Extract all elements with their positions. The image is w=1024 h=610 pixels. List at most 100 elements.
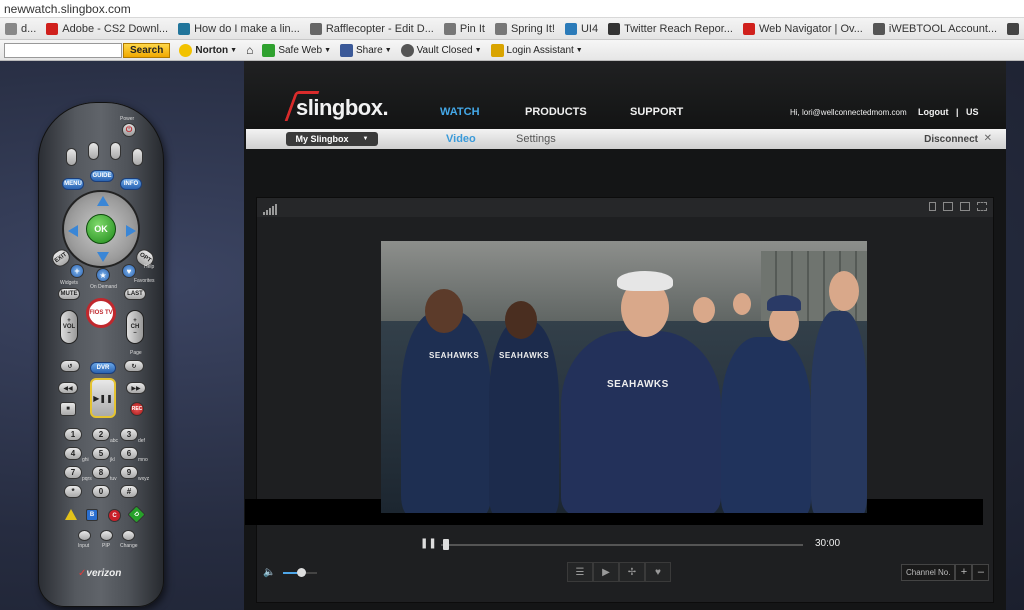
bookmark-item[interactable]: d...: [0, 22, 41, 35]
bookmark-item[interactable]: Free Online PR Tool...: [1002, 22, 1024, 35]
bookmark-item[interactable]: Pin It: [439, 22, 490, 35]
home-button[interactable]: ⌂: [246, 43, 253, 57]
safe-web-menu[interactable]: Safe Web ▼: [262, 43, 331, 57]
skip-button[interactable]: ↻: [124, 360, 144, 372]
device-selector[interactable]: My Slingbox ▼: [286, 132, 378, 146]
key-button[interactable]: 4: [64, 447, 82, 460]
menu-list-button[interactable]: ☰: [567, 562, 593, 582]
top-button-1[interactable]: [66, 148, 77, 166]
info-button[interactable]: INFO: [120, 178, 142, 190]
key-button[interactable]: 3: [120, 428, 138, 441]
arrow-right-button[interactable]: [126, 225, 136, 237]
bookmark-item[interactable]: Rafflecopter - Edit D...: [305, 22, 439, 35]
share-menu[interactable]: Share ▼: [340, 43, 392, 57]
record-button[interactable]: REC: [130, 402, 144, 416]
fast-forward-button[interactable]: ▶▶: [126, 382, 146, 394]
play-button[interactable]: ▶: [593, 562, 619, 582]
key-button[interactable]: 6: [120, 447, 138, 460]
rewind-button[interactable]: ◀◀: [58, 382, 78, 394]
key-button[interactable]: 9: [120, 466, 138, 479]
dvr-button[interactable]: DVR: [90, 362, 116, 374]
key-button[interactable]: 2: [92, 428, 110, 441]
input-button[interactable]: [78, 530, 91, 541]
slingbox-logo[interactable]: slingbox.: [284, 91, 389, 121]
ok-button[interactable]: OK: [86, 214, 116, 244]
disconnect-button[interactable]: Disconnect: [924, 134, 978, 145]
green-d-button[interactable]: D: [127, 505, 146, 524]
arrow-up-button[interactable]: [97, 196, 109, 206]
blue-b-button[interactable]: B: [86, 509, 98, 521]
seek-track[interactable]: [441, 544, 803, 546]
sub-navigation: My Slingbox ▼ Video Settings Disconnect ✕: [246, 129, 1006, 149]
bookmark-item[interactable]: Web Navigator | Ov...: [738, 22, 868, 35]
toolbar-search-input[interactable]: [4, 42, 122, 58]
channel-down-button[interactable]: –: [972, 564, 990, 581]
change-button[interactable]: [122, 530, 135, 541]
favorites-label: Favorites: [134, 278, 155, 284]
key-button[interactable]: *: [64, 485, 82, 498]
vault-menu[interactable]: Vault Closed ▼: [400, 43, 482, 57]
popout-icon[interactable]: [960, 202, 970, 211]
top-button-3[interactable]: [110, 142, 121, 160]
top-button-2[interactable]: [88, 142, 99, 160]
arrow-left-button[interactable]: [68, 225, 78, 237]
favorites-button[interactable]: ♥: [122, 264, 136, 278]
video-frame[interactable]: SEAHAWKS SEAHAWKS SEAHAWKS: [381, 241, 867, 513]
favorites-button-player[interactable]: ♥: [645, 562, 671, 582]
key-button[interactable]: 8: [92, 466, 110, 479]
seek-thumb[interactable]: [443, 539, 449, 550]
fios-tv-button[interactable]: FIOS TV: [86, 298, 116, 328]
bookmark-item[interactable]: Twitter Reach Repor...: [603, 22, 738, 35]
tab-settings[interactable]: Settings: [516, 133, 556, 145]
nav-watch[interactable]: WATCH: [440, 106, 480, 118]
bookmark-item[interactable]: UI4: [560, 22, 603, 35]
red-c-button[interactable]: C: [108, 509, 121, 522]
key-button[interactable]: 7: [64, 466, 82, 479]
arrow-down-button[interactable]: [97, 252, 109, 262]
power-button[interactable]: ⏻: [122, 123, 136, 137]
top-button-4[interactable]: [132, 148, 143, 166]
last-button[interactable]: LAST: [124, 288, 146, 300]
key-button[interactable]: 0: [92, 485, 110, 498]
on-demand-button[interactable]: ★: [96, 268, 110, 282]
volume-thumb[interactable]: [297, 568, 306, 577]
login-assistant-menu[interactable]: Login Assistant ▼: [490, 43, 583, 57]
guide-toggle-icon[interactable]: [943, 202, 953, 211]
stop-button[interactable]: ■: [60, 402, 76, 416]
replay-button[interactable]: ↺: [60, 360, 80, 372]
bookmark-item[interactable]: How do I make a lin...: [173, 22, 305, 35]
fullscreen-icon[interactable]: [977, 202, 987, 211]
logout-link[interactable]: Logout: [918, 107, 949, 117]
key-button[interactable]: #: [120, 485, 138, 498]
dpad-button[interactable]: ✢: [619, 562, 645, 582]
channel-rocker[interactable]: + CH –: [126, 310, 144, 344]
nav-products[interactable]: PRODUCTS: [525, 106, 587, 118]
toolbar-search-button[interactable]: Search: [123, 42, 171, 58]
volume-icon[interactable]: 🔈: [263, 567, 275, 578]
url-text[interactable]: newwatch.slingbox.com: [4, 2, 131, 16]
bookmark-favicon-icon: [742, 22, 755, 35]
bookmark-item[interactable]: Spring It!: [490, 22, 560, 35]
yellow-a-button[interactable]: [64, 508, 77, 521]
bookmark-item[interactable]: Adobe - CS2 Downl...: [41, 22, 173, 35]
channel-up-button[interactable]: +: [955, 564, 973, 581]
menu-button[interactable]: MENU: [62, 178, 84, 190]
pause-icon[interactable]: ❚❚: [420, 538, 437, 549]
pip-button[interactable]: [100, 530, 113, 541]
key-button[interactable]: 1: [64, 428, 82, 441]
address-bar[interactable]: newwatch.slingbox.com: [0, 0, 1024, 18]
mute-button[interactable]: MUTE: [58, 288, 80, 300]
guide-button[interactable]: GUIDE: [90, 170, 114, 182]
bookmark-item[interactable]: iWEBTOOL Account...: [868, 22, 1002, 35]
close-icon[interactable]: ✕: [984, 133, 992, 144]
volume-rocker[interactable]: + VOL –: [60, 310, 78, 344]
region-link[interactable]: US: [966, 107, 979, 117]
play-pause-button[interactable]: ▶❚❚: [90, 378, 116, 418]
tab-video[interactable]: Video: [446, 133, 476, 145]
key-button[interactable]: 5: [92, 447, 110, 460]
widgets-button[interactable]: +: [70, 264, 84, 278]
remote-toggle-icon[interactable]: [929, 202, 936, 211]
nav-support[interactable]: SUPPORT: [630, 106, 683, 118]
channel-number-input[interactable]: Channel No.: [901, 564, 956, 581]
norton-menu[interactable]: Norton ▼: [179, 43, 237, 57]
